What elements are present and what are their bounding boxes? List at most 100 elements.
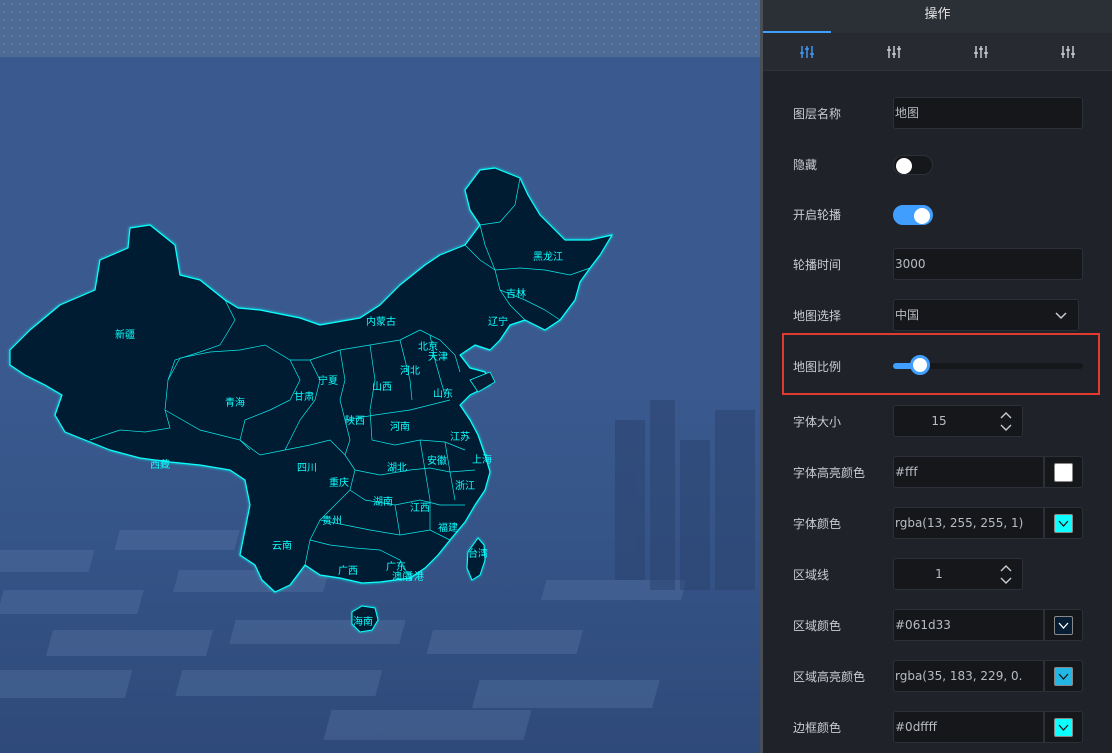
toggle-knob bbox=[896, 158, 912, 174]
tab-1[interactable] bbox=[763, 33, 850, 70]
row-region-highlight-color: 区域高亮颜色 rgba(35, 183, 229, 0. bbox=[763, 660, 1112, 692]
sliders-icon bbox=[1061, 45, 1076, 58]
row-font-size: 字体大小 15 bbox=[763, 405, 1112, 437]
tab-2[interactable] bbox=[850, 33, 937, 70]
border-color-input[interactable]: #0dffff bbox=[893, 711, 1044, 743]
layer-name-label: 图层名称 bbox=[793, 107, 842, 121]
chevron-down-icon[interactable] bbox=[998, 575, 1014, 587]
map-select-value: 中国 bbox=[895, 308, 920, 322]
border-color-label: 边框颜色 bbox=[793, 721, 842, 735]
sliders-icon bbox=[974, 45, 989, 58]
region-line-value: 1 bbox=[935, 567, 943, 581]
label-anhui: 安徽 bbox=[427, 454, 447, 467]
border-color-picker[interactable] bbox=[1044, 711, 1083, 743]
region-color-label: 区域颜色 bbox=[793, 619, 842, 633]
region-highlight-color-input[interactable]: rgba(35, 183, 229, 0. bbox=[893, 660, 1044, 692]
region-line-label: 区域线 bbox=[793, 568, 830, 582]
label-shanghai: 上海 bbox=[472, 453, 492, 466]
sliders-icon bbox=[886, 45, 901, 58]
map-canvas[interactable]: 黑龙江 吉林 辽宁 内蒙古 北京 天津 河北 宁夏 山西 山东 甘肃 新疆 青海… bbox=[0, 0, 760, 753]
font-size-label: 字体大小 bbox=[793, 415, 842, 429]
font-size-stepper[interactable]: 15 bbox=[893, 405, 1023, 437]
hide-toggle[interactable] bbox=[893, 155, 933, 175]
panel-tabs bbox=[763, 33, 1112, 71]
chevron-down-icon bbox=[1058, 673, 1069, 680]
label-heilongjiang: 黑龙江 bbox=[533, 250, 563, 263]
chevron-down-icon[interactable] bbox=[998, 422, 1014, 434]
row-map-select: 地图选择 中国 bbox=[763, 299, 1112, 331]
color-swatch bbox=[1054, 667, 1073, 686]
china-map[interactable]: 黑龙江 吉林 辽宁 内蒙古 北京 天津 河北 宁夏 山西 山东 甘肃 新疆 青海… bbox=[0, 0, 760, 753]
font-color-label: 字体颜色 bbox=[793, 517, 842, 531]
chevron-down-icon bbox=[1058, 520, 1069, 527]
label-liaoning: 辽宁 bbox=[488, 315, 508, 328]
label-shaanxi: 陕西 bbox=[345, 414, 365, 427]
highlight-annotation-box bbox=[782, 333, 1100, 395]
toggle-knob bbox=[914, 208, 930, 224]
panel-title: 操作 bbox=[924, 7, 951, 22]
chevron-down-icon bbox=[1058, 622, 1069, 629]
label-taiwan: 台湾 bbox=[468, 547, 488, 560]
row-region-line: 区域线 1 bbox=[763, 558, 1112, 590]
region-highlight-color-picker[interactable] bbox=[1044, 660, 1083, 692]
label-hubei: 湖北 bbox=[387, 462, 407, 474]
region-line-stepper[interactable]: 1 bbox=[893, 558, 1023, 590]
label-xizang: 西藏 bbox=[150, 459, 170, 471]
china-outline[interactable] bbox=[9, 167, 613, 593]
chevron-up-icon[interactable] bbox=[998, 409, 1014, 421]
font-highlight-color-label: 字体高亮颜色 bbox=[793, 466, 866, 480]
panel-header: 操作 bbox=[763, 0, 1112, 33]
color-swatch bbox=[1054, 718, 1073, 737]
layer-name-input[interactable]: 地图 bbox=[893, 97, 1083, 129]
row-font-color: 字体颜色 rgba(13, 255, 255, 1) bbox=[763, 507, 1112, 539]
row-region-color: 区域颜色 #061d33 bbox=[763, 609, 1112, 641]
label-hebei: 河北 bbox=[400, 365, 420, 377]
label-jiangsu: 江苏 bbox=[450, 430, 470, 443]
label-gansu: 甘肃 bbox=[294, 390, 314, 403]
row-layer-name: 图层名称 地图 bbox=[763, 97, 1112, 129]
label-fujian: 福建 bbox=[438, 521, 458, 534]
label-guangxi: 广西 bbox=[338, 565, 358, 577]
carousel-label: 开启轮播 bbox=[793, 208, 842, 222]
region-color-input[interactable]: #061d33 bbox=[893, 609, 1044, 641]
color-swatch bbox=[1054, 514, 1073, 533]
tab-3[interactable] bbox=[938, 33, 1025, 70]
tab-4[interactable] bbox=[1025, 33, 1112, 70]
chevron-up-icon[interactable] bbox=[998, 562, 1014, 574]
label-yunnan: 云南 bbox=[272, 539, 292, 552]
chevron-down-icon bbox=[1058, 724, 1069, 731]
font-size-value: 15 bbox=[931, 414, 947, 428]
label-hainan: 海南 bbox=[353, 615, 373, 628]
map-select-label: 地图选择 bbox=[793, 309, 842, 323]
region-color-picker[interactable] bbox=[1044, 609, 1083, 641]
label-sichuan: 四川 bbox=[297, 463, 317, 474]
label-shanxi: 山西 bbox=[372, 381, 392, 393]
row-font-highlight-color: 字体高亮颜色 #fff bbox=[763, 456, 1112, 488]
label-xinjiang: 新疆 bbox=[115, 328, 135, 341]
carousel-time-input[interactable]: 3000 bbox=[893, 248, 1083, 280]
row-border-color: 边框颜色 #0dffff bbox=[763, 711, 1112, 743]
label-macau: 澳门 bbox=[392, 570, 412, 583]
label-tianjin: 天津 bbox=[428, 351, 448, 363]
label-jilin: 吉林 bbox=[506, 287, 526, 300]
label-chongqing: 重庆 bbox=[329, 476, 349, 489]
region-highlight-color-label: 区域高亮颜色 bbox=[793, 670, 866, 684]
label-qinghai: 青海 bbox=[225, 396, 245, 409]
label-neimenggu: 内蒙古 bbox=[366, 315, 396, 328]
label-henan: 河南 bbox=[390, 420, 410, 433]
label-ningxia: 宁夏 bbox=[318, 374, 338, 387]
font-color-picker[interactable] bbox=[1044, 507, 1083, 539]
font-highlight-color-input[interactable]: #fff bbox=[893, 456, 1044, 488]
row-hide: 隐藏 bbox=[763, 148, 1112, 180]
carousel-toggle[interactable] bbox=[893, 205, 933, 225]
carousel-time-label: 轮播时间 bbox=[793, 258, 842, 272]
label-guizhou: 贵州 bbox=[322, 514, 342, 527]
label-hunan: 湖南 bbox=[373, 495, 393, 508]
chevron-down-icon bbox=[1055, 312, 1067, 320]
label-zhejiang: 浙江 bbox=[455, 480, 475, 492]
font-color-input[interactable]: rgba(13, 255, 255, 1) bbox=[893, 507, 1044, 539]
row-carousel-time: 轮播时间 3000 bbox=[763, 248, 1112, 280]
color-swatch bbox=[1054, 616, 1073, 635]
font-highlight-color-picker[interactable] bbox=[1044, 456, 1083, 488]
map-select-dropdown[interactable]: 中国 bbox=[893, 299, 1079, 331]
